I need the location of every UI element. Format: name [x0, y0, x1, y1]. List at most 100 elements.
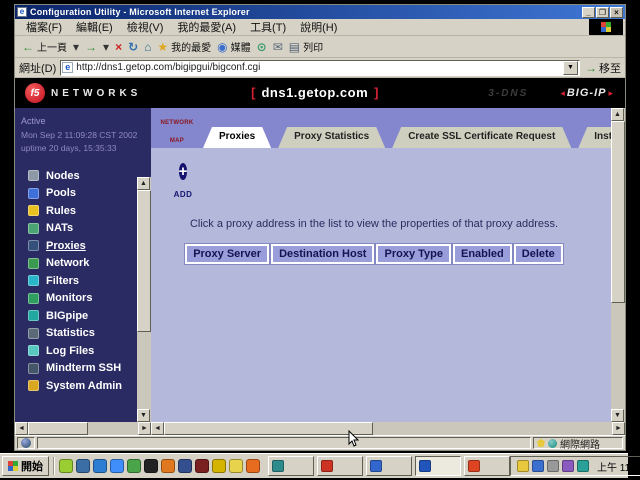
table-column-header[interactable]: Enabled	[453, 244, 512, 264]
tray-icon-2[interactable]	[532, 460, 544, 472]
sidebar-item-label: System Admin	[46, 380, 122, 392]
back-dropdown[interactable]: ▾	[70, 37, 82, 57]
scroll-up-icon[interactable]: ▲	[611, 108, 624, 121]
stop-button[interactable]: ×	[112, 37, 125, 57]
table-column-header[interactable]: Destination Host	[271, 244, 374, 264]
quick-launch-app-10[interactable]	[212, 459, 226, 473]
tray-icon-4[interactable]	[562, 460, 574, 472]
scrollbar-thumb[interactable]	[28, 422, 88, 435]
menu-item[interactable]: 編輯(E)	[69, 18, 120, 36]
home-button[interactable]: ⌂	[141, 37, 154, 57]
menu-item[interactable]: 我的最愛(A)	[170, 18, 243, 36]
scroll-right-icon[interactable]: ►	[612, 422, 625, 435]
scroll-left-icon[interactable]: ◄	[15, 422, 28, 435]
quick-launch-app-3[interactable]	[93, 459, 107, 473]
sidebar-item[interactable]: Rules	[15, 202, 137, 220]
sidebar-horizontal-scrollbar[interactable]: ◄ ►	[15, 422, 151, 435]
main-horizontal-scrollbar[interactable]: ◄ ►	[151, 422, 625, 435]
quick-launch-app-2[interactable]	[76, 459, 90, 473]
table-column-header[interactable]: Proxy Type	[376, 244, 451, 264]
scrollbar-thumb[interactable]	[611, 121, 625, 303]
sidebar-item[interactable]: Statistics	[15, 325, 137, 343]
quick-launch-app-5[interactable]	[127, 459, 141, 473]
quick-launch-app-8[interactable]	[178, 459, 192, 473]
product-3dns-wordmark: 3-DNS	[488, 88, 528, 99]
menu-item[interactable]: 檢視(V)	[120, 18, 171, 36]
table-column-header[interactable]: Delete	[514, 244, 563, 264]
sidebar-item-label: Filters	[46, 275, 79, 287]
menu-item[interactable]: 說明(H)	[293, 18, 344, 36]
title-bar[interactable]: e Configuration Utility - Microsoft Inte…	[15, 5, 625, 19]
sidebar-item[interactable]: Filters	[15, 272, 137, 290]
start-button[interactable]: 開始	[2, 456, 49, 476]
add-proxy-button[interactable]: + ADD	[169, 160, 197, 202]
taskbar-window-button-3[interactable]	[366, 456, 412, 476]
scrollbar-thumb[interactable]	[137, 190, 151, 332]
sidebar-vertical-scrollbar[interactable]: ▲ ▼	[137, 108, 151, 422]
table-column-header[interactable]: Proxy Server	[185, 244, 269, 264]
sidebar-item[interactable]: Monitors	[15, 290, 137, 308]
sidebar-item[interactable]: NATs	[15, 220, 137, 238]
favorites-button[interactable]: ★ 我的最愛	[154, 37, 214, 57]
tray-icon-1[interactable]	[517, 460, 529, 472]
tab[interactable]: Create SSL Certificate Request	[392, 127, 571, 148]
sidebar-item[interactable]: Mindterm SSH	[15, 360, 137, 378]
network-map-button[interactable]: NETWORK MAP	[155, 111, 199, 147]
quick-launch-app-7[interactable]	[161, 459, 175, 473]
tab[interactable]: Proxies	[203, 127, 271, 148]
scrollbar-thumb[interactable]	[164, 422, 373, 435]
address-input[interactable]	[76, 62, 563, 73]
tray-icon-5[interactable]	[577, 460, 589, 472]
forward-button[interactable]: →	[82, 37, 100, 57]
page-status-icon	[21, 438, 31, 448]
pools-icon	[28, 188, 39, 199]
mail-button[interactable]: ✉	[270, 37, 286, 57]
close-button[interactable]: ×	[610, 7, 623, 18]
sidebar-item[interactable]: System Admin	[15, 377, 137, 395]
scroll-right-icon[interactable]: ►	[138, 422, 151, 435]
forward-dropdown[interactable]: ▾	[100, 37, 112, 57]
scroll-down-icon[interactable]: ▼	[611, 409, 624, 422]
sidebar-item[interactable]: Log Files	[15, 342, 137, 360]
sidebar-item[interactable]: Network	[15, 255, 137, 273]
security-zone-pane: 網際網路	[533, 437, 623, 449]
taskbar-window-button-4[interactable]	[415, 456, 461, 476]
history-button[interactable]: ⊙	[254, 37, 270, 57]
address-dropdown-icon[interactable]: ▼	[563, 61, 578, 75]
quick-launch-app-4[interactable]	[110, 459, 124, 473]
main-vertical-scrollbar[interactable]: ▲ ▼	[611, 108, 625, 422]
scroll-left-icon[interactable]: ◄	[151, 422, 164, 435]
menu-item[interactable]: 工具(T)	[243, 18, 293, 36]
bigpipe-icon	[28, 310, 39, 321]
quick-launch-app-1[interactable]	[59, 459, 73, 473]
taskbar-window-button-2[interactable]	[317, 456, 363, 476]
quick-launch-app-9[interactable]	[195, 459, 209, 473]
minimize-button[interactable]: _	[582, 7, 595, 18]
sidebar-item-label: Pools	[46, 187, 76, 199]
taskbar-window-button-5[interactable]	[464, 456, 510, 476]
quick-launch-app-6[interactable]	[144, 459, 158, 473]
sidebar-item[interactable]: Proxies	[15, 237, 137, 255]
media-button[interactable]: ◉ 媒體	[214, 37, 253, 57]
quick-launch-app-12[interactable]	[246, 459, 260, 473]
go-button[interactable]: → 移至	[585, 60, 621, 76]
internet-zone-globe-icon	[548, 439, 557, 448]
maximize-button[interactable]: ❐	[596, 7, 609, 18]
quick-launch-bar	[59, 459, 260, 473]
scroll-up-icon[interactable]: ▲	[137, 177, 150, 190]
tab[interactable]: Proxy Statistics	[278, 127, 385, 148]
taskbar-window-button-1[interactable]	[268, 456, 314, 476]
taskbar-clock[interactable]: 上午 11:00	[597, 459, 640, 474]
back-button[interactable]: ← 上一頁	[19, 37, 70, 57]
refresh-button[interactable]: ↻	[125, 37, 141, 57]
tray-icon-3[interactable]	[547, 460, 559, 472]
sidebar-item[interactable]: BIGpipe	[15, 307, 137, 325]
tab[interactable]: Install SSL Certificate	[578, 127, 611, 148]
quick-launch-app-11[interactable]	[229, 459, 243, 473]
print-button[interactable]: ▤ 列印	[286, 37, 326, 57]
sidebar-item-label: BIGpipe	[46, 310, 88, 322]
sidebar-item[interactable]: Nodes	[15, 167, 137, 185]
scroll-down-icon[interactable]: ▼	[137, 409, 150, 422]
menu-item[interactable]: 檔案(F)	[19, 18, 69, 36]
sidebar-item[interactable]: Pools	[15, 185, 137, 203]
